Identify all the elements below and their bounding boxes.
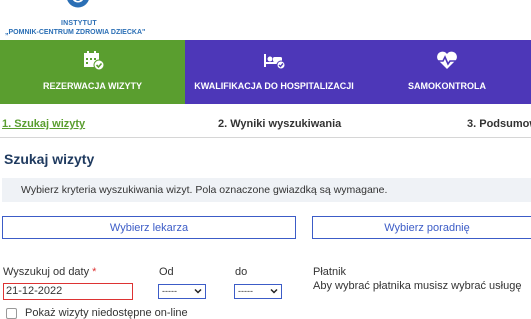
payer-hint: Aby wybrać płatnika musisz wybrać usługę xyxy=(313,280,522,292)
required-mark: * xyxy=(92,266,97,278)
chevron-down-icon xyxy=(194,288,202,294)
to-label: do xyxy=(235,266,248,278)
hospital-bed-icon xyxy=(264,54,286,70)
date-label-text: Wyszukuj od daty xyxy=(3,266,90,278)
date-field[interactable]: 21-12-2022 xyxy=(3,283,133,300)
step-podsumowanie: 3. Podsumow xyxy=(467,118,531,130)
show-unavailable-checkbox[interactable] xyxy=(6,308,17,319)
heart-pulse-icon xyxy=(437,51,457,69)
from-label: Od xyxy=(159,266,174,278)
date-label: Wyszukuj od daty * xyxy=(3,266,96,278)
from-time-select[interactable]: ----- xyxy=(158,284,206,299)
header: INSTYTUT „POMNIK-CENTRUM ZDROWIA DZIECKA… xyxy=(0,0,531,40)
to-time-value: ----- xyxy=(238,286,253,296)
show-unavailable-label: Pokaż wizyty niedostępne on-line xyxy=(25,307,188,319)
institute-subtitle: „POMNIK-CENTRUM ZDROWIA DZIECKA" xyxy=(5,29,146,36)
tab-samokontrola-label: SAMOKONTROLA xyxy=(408,81,486,91)
chevron-down-icon xyxy=(270,288,278,294)
tab-rezerwacja-label: REZERWACJA WIZYTY xyxy=(42,81,142,91)
info-box: Wybierz kryteria wyszukiwania wizyt. Pol… xyxy=(2,178,531,202)
step-szukaj-wizyty[interactable]: 1. Szukaj wizyty xyxy=(2,118,85,130)
from-time-value: ----- xyxy=(162,286,177,296)
wizard-steps: 1. Szukaj wizyty 2. Wyniki wyszukiwania … xyxy=(0,104,531,138)
payer-label: Płatnik xyxy=(313,266,347,278)
choose-clinic-button[interactable]: Wybierz poradnię xyxy=(312,216,531,239)
to-time-select[interactable]: ----- xyxy=(234,284,282,299)
institute-logo-icon xyxy=(67,0,89,8)
info-text: Wybierz kryteria wyszukiwania wizyt. Pol… xyxy=(21,184,388,196)
choose-doctor-button[interactable]: Wybierz lekarza xyxy=(2,216,296,239)
main-nav: REZERWACJA WIZYTY KWALIFIKACJA DO HOSPIT… xyxy=(0,40,531,104)
step-wyniki-wyszukiwania: 2. Wyniki wyszukiwania xyxy=(218,118,342,130)
page-title: Szukaj wizyty xyxy=(4,151,95,167)
calendar-check-icon xyxy=(83,51,104,70)
tab-rezerwacja-wizyty[interactable]: REZERWACJA WIZYTY xyxy=(0,40,185,104)
tab-samokontrola[interactable]: SAMOKONTROLA xyxy=(363,40,531,104)
tab-kwalifikacja[interactable]: KWALIFIKACJA DO HOSPITALIZACJI xyxy=(185,40,363,104)
tab-kwalifikacja-label: KWALIFIKACJA DO HOSPITALIZACJI xyxy=(194,81,354,91)
institute-name: INSTYTUT xyxy=(61,20,97,27)
